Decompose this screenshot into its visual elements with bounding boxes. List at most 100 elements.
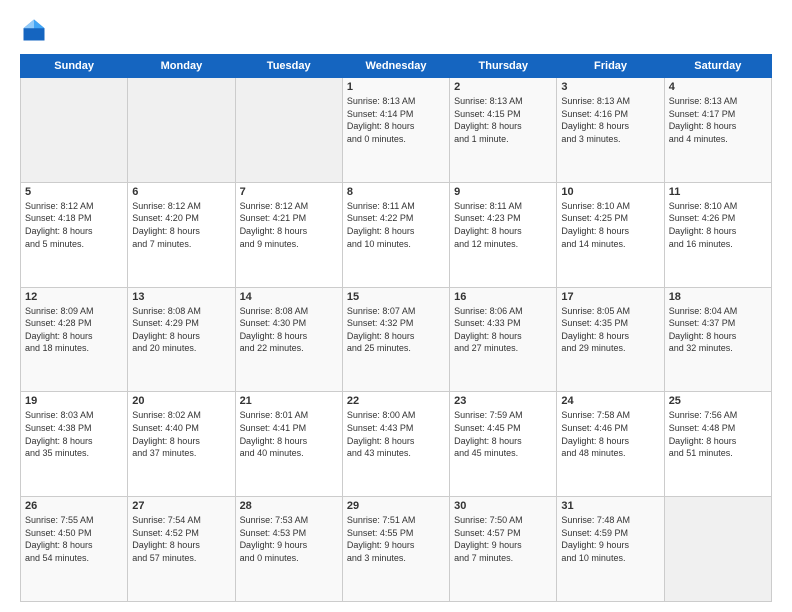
day-info: Sunrise: 8:04 AM Sunset: 4:37 PM Dayligh… [669,305,767,355]
day-of-week-header: Wednesday [342,55,449,78]
day-number: 14 [240,291,338,303]
day-info: Sunrise: 8:07 AM Sunset: 4:32 PM Dayligh… [347,305,445,355]
day-number: 16 [454,291,552,303]
calendar-cell: 11 Sunrise: 8:10 AM Sunset: 4:26 PM Dayli… [664,182,771,287]
day-number: 24 [561,395,659,407]
calendar-cell: 25Sunrise: 7:56 AM Sunset: 4:48 PM Dayli… [664,392,771,497]
day-number: 1 [347,81,445,93]
day-info: Sunrise: 8:13 AM Sunset: 4:16 PM Dayligh… [561,95,659,145]
day-info: Sunrise: 7:58 AM Sunset: 4:46 PM Dayligh… [561,409,659,459]
day-info: Sunrise: 7:48 AM Sunset: 4:59 PM Dayligh… [561,514,659,564]
day-of-week-header: Tuesday [235,55,342,78]
day-number: 5 [25,186,123,198]
calendar-cell: 6 Sunrise: 8:12 AM Sunset: 4:20 PM Daylig… [128,182,235,287]
day-info: Sunrise: 8:10 AM Sunset: 4:25 PM Dayligh… [561,200,659,250]
calendar-cell: 7 Sunrise: 8:12 AM Sunset: 4:21 PM Daylig… [235,182,342,287]
day-info: Sunrise: 8:12 AM Sunset: 4:21 PM Dayligh… [240,200,338,250]
day-number: 26 [25,500,123,512]
day-info: Sunrise: 8:05 AM Sunset: 4:35 PM Dayligh… [561,305,659,355]
day-info: Sunrise: 8:09 AM Sunset: 4:28 PM Dayligh… [25,305,123,355]
day-number: 11 [669,186,767,198]
calendar-cell: 14 Sunrise: 8:08 AM Sunset: 4:30 PM Dayli… [235,287,342,392]
day-number: 20 [132,395,230,407]
day-number: 27 [132,500,230,512]
day-info: Sunrise: 8:11 AM Sunset: 4:23 PM Dayligh… [454,200,552,250]
calendar-cell: 8 Sunrise: 8:11 AM Sunset: 4:22 PM Daylig… [342,182,449,287]
header [20,16,772,44]
calendar-cell: 1 Sunrise: 8:13 AM Sunset: 4:14 PM Daylig… [342,78,449,183]
day-info: Sunrise: 8:10 AM Sunset: 4:26 PM Dayligh… [669,200,767,250]
day-number: 15 [347,291,445,303]
calendar-cell: 17 Sunrise: 8:05 AM Sunset: 4:35 PM Dayli… [557,287,664,392]
day-number: 31 [561,500,659,512]
day-info: Sunrise: 7:54 AM Sunset: 4:52 PM Dayligh… [132,514,230,564]
calendar-cell: 12 Sunrise: 8:09 AM Sunset: 4:28 PM Dayli… [21,287,128,392]
calendar-cell [21,78,128,183]
calendar-cell: 31 Sunrise: 7:48 AM Sunset: 4:59 PM Dayli… [557,497,664,602]
day-number: 28 [240,500,338,512]
calendar-cell: 21 Sunrise: 8:01 AM Sunset: 4:41 PM Dayli… [235,392,342,497]
day-info: Sunrise: 7:53 AM Sunset: 4:53 PM Dayligh… [240,514,338,564]
day-info: Sunrise: 8:13 AM Sunset: 4:15 PM Dayligh… [454,95,552,145]
calendar-cell: 27 Sunrise: 7:54 AM Sunset: 4:52 PM Dayli… [128,497,235,602]
calendar: SundayMondayTuesdayWednesdayThursdayFrid… [20,54,772,602]
calendar-cell: 10Sunrise: 8:10 AM Sunset: 4:25 PM Dayli… [557,182,664,287]
day-number: 21 [240,395,338,407]
calendar-cell: 29Sunrise: 7:51 AM Sunset: 4:55 PM Dayli… [342,497,449,602]
day-number: 29 [347,500,445,512]
day-number: 17 [561,291,659,303]
day-number: 6 [132,186,230,198]
day-info: Sunrise: 8:02 AM Sunset: 4:40 PM Dayligh… [132,409,230,459]
calendar-cell [128,78,235,183]
day-info: Sunrise: 8:00 AM Sunset: 4:43 PM Dayligh… [347,409,445,459]
calendar-cell: 19 Sunrise: 8:03 AM Sunset: 4:38 PM Dayli… [21,392,128,497]
calendar-cell: 4 Sunrise: 8:13 AM Sunset: 4:17 PM Daylig… [664,78,771,183]
day-number: 8 [347,186,445,198]
day-info: Sunrise: 8:08 AM Sunset: 4:29 PM Dayligh… [132,305,230,355]
day-number: 23 [454,395,552,407]
day-number: 18 [669,291,767,303]
day-info: Sunrise: 8:08 AM Sunset: 4:30 PM Dayligh… [240,305,338,355]
day-info: Sunrise: 8:12 AM Sunset: 4:20 PM Dayligh… [132,200,230,250]
calendar-week-row: 5 Sunrise: 8:12 AM Sunset: 4:18 PM Daylig… [21,182,772,287]
day-of-week-header: Thursday [450,55,557,78]
calendar-cell: 18 Sunrise: 8:04 AM Sunset: 4:37 PM Dayli… [664,287,771,392]
calendar-cell: 15 Sunrise: 8:07 AM Sunset: 4:32 PM Dayli… [342,287,449,392]
day-number: 13 [132,291,230,303]
calendar-cell: 30Sunrise: 7:50 AM Sunset: 4:57 PM Dayli… [450,497,557,602]
calendar-cell: 28 Sunrise: 7:53 AM Sunset: 4:53 PM Dayli… [235,497,342,602]
calendar-week-row: 1 Sunrise: 8:13 AM Sunset: 4:14 PM Daylig… [21,78,772,183]
day-number: 7 [240,186,338,198]
day-info: Sunrise: 8:03 AM Sunset: 4:38 PM Dayligh… [25,409,123,459]
calendar-cell: 2 Sunrise: 8:13 AM Sunset: 4:15 PM Daylig… [450,78,557,183]
day-number: 25 [669,395,767,407]
day-info: Sunrise: 8:13 AM Sunset: 4:14 PM Dayligh… [347,95,445,145]
logo-icon [20,16,48,44]
day-info: Sunrise: 8:12 AM Sunset: 4:18 PM Dayligh… [25,200,123,250]
day-info: Sunrise: 8:13 AM Sunset: 4:17 PM Dayligh… [669,95,767,145]
day-info: Sunrise: 8:01 AM Sunset: 4:41 PM Dayligh… [240,409,338,459]
calendar-cell [235,78,342,183]
day-number: 4 [669,81,767,93]
day-info: Sunrise: 8:06 AM Sunset: 4:33 PM Dayligh… [454,305,552,355]
calendar-cell: 5 Sunrise: 8:12 AM Sunset: 4:18 PM Daylig… [21,182,128,287]
day-number: 19 [25,395,123,407]
calendar-cell: 22Sunrise: 8:00 AM Sunset: 4:43 PM Dayli… [342,392,449,497]
day-info: Sunrise: 8:11 AM Sunset: 4:22 PM Dayligh… [347,200,445,250]
day-number: 9 [454,186,552,198]
day-info: Sunrise: 7:50 AM Sunset: 4:57 PM Dayligh… [454,514,552,564]
day-of-week-header: Sunday [21,55,128,78]
calendar-cell: 23Sunrise: 7:59 AM Sunset: 4:45 PM Dayli… [450,392,557,497]
calendar-cell: 26Sunrise: 7:55 AM Sunset: 4:50 PM Dayli… [21,497,128,602]
calendar-week-row: 26Sunrise: 7:55 AM Sunset: 4:50 PM Dayli… [21,497,772,602]
logo [20,16,52,44]
day-number: 12 [25,291,123,303]
day-number: 2 [454,81,552,93]
calendar-cell: 3 Sunrise: 8:13 AM Sunset: 4:16 PM Daylig… [557,78,664,183]
calendar-cell: 16 Sunrise: 8:06 AM Sunset: 4:33 PM Dayli… [450,287,557,392]
day-of-week-header: Monday [128,55,235,78]
calendar-cell: 24 Sunrise: 7:58 AM Sunset: 4:46 PM Dayli… [557,392,664,497]
page: SundayMondayTuesdayWednesdayThursdayFrid… [0,0,792,612]
calendar-cell: 13 Sunrise: 8:08 AM Sunset: 4:29 PM Dayli… [128,287,235,392]
day-number: 3 [561,81,659,93]
